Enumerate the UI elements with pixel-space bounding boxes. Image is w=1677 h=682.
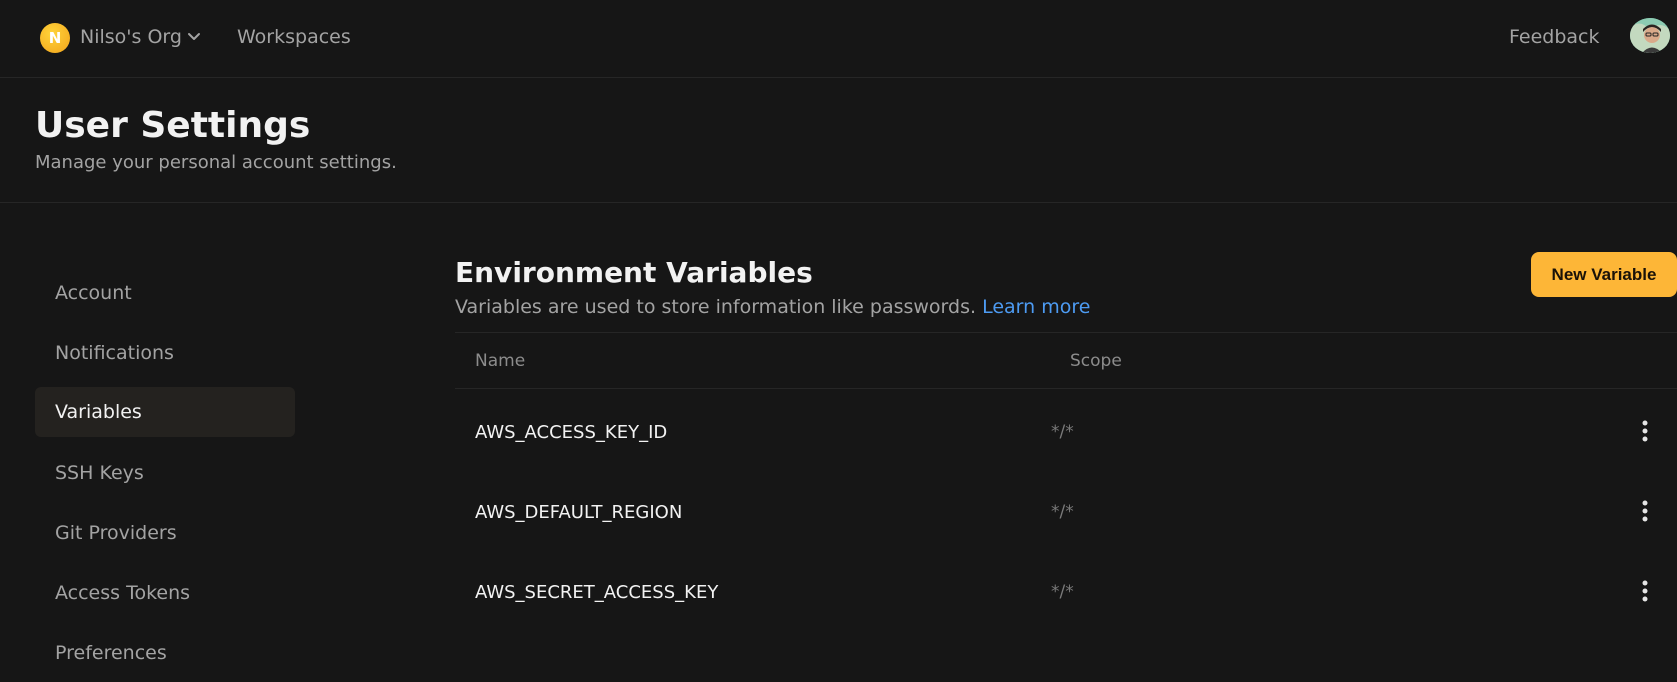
more-options-icon[interactable] <box>1633 416 1657 446</box>
learn-more-link[interactable]: Learn more <box>982 296 1090 318</box>
variable-name: AWS_ACCESS_KEY_ID <box>475 422 668 443</box>
variable-scope: */* <box>1051 582 1074 602</box>
table-header: Name Scope <box>455 332 1677 389</box>
sidebar-item-git-providers[interactable]: Git Providers <box>35 508 295 558</box>
user-avatar-icon <box>1630 18 1670 53</box>
column-header-name: Name <box>475 351 526 371</box>
new-variable-button[interactable]: New Variable <box>1531 252 1677 297</box>
section-description: Variables are used to store information … <box>455 296 1090 318</box>
nav-workspaces-link[interactable]: Workspaces <box>237 26 351 48</box>
variable-scope: */* <box>1051 502 1074 522</box>
table-row[interactable]: AWS_SECRET_ACCESS_KEY */* <box>455 554 1677 634</box>
top-navigation-bar: N Nilso's Org Workspaces Feedback <box>0 0 1677 78</box>
chevron-down-icon[interactable] <box>186 28 202 44</box>
table-row[interactable]: AWS_DEFAULT_REGION */* <box>455 474 1677 554</box>
sidebar-item-notifications[interactable]: Notifications <box>35 328 295 378</box>
variable-name: AWS_DEFAULT_REGION <box>475 502 683 523</box>
variables-table: Name Scope AWS_ACCESS_KEY_ID */* AWS_DEF… <box>455 332 1677 662</box>
org-avatar[interactable]: N <box>40 23 70 53</box>
page-subtitle: Manage your personal account settings. <box>35 152 397 173</box>
table-row[interactable]: AWS_ACCESS_KEY_ID */* <box>455 394 1677 474</box>
sidebar-item-ssh-keys[interactable]: SSH Keys <box>35 448 295 498</box>
sidebar-item-access-tokens[interactable]: Access Tokens <box>35 568 295 618</box>
variable-name: AWS_SECRET_ACCESS_KEY <box>475 582 719 603</box>
column-header-scope: Scope <box>1070 351 1122 371</box>
feedback-link[interactable]: Feedback <box>1509 26 1599 48</box>
sidebar-item-preferences[interactable]: Preferences <box>35 628 295 678</box>
more-options-icon[interactable] <box>1633 576 1657 606</box>
sidebar-item-account[interactable]: Account <box>35 268 295 318</box>
page-title: User Settings <box>35 105 311 146</box>
sidebar-item-variables[interactable]: Variables <box>35 387 295 437</box>
section-title: Environment Variables <box>455 256 813 289</box>
user-avatar[interactable] <box>1630 18 1670 53</box>
org-switcher[interactable]: Nilso's Org <box>80 26 182 48</box>
section-description-text: Variables are used to store information … <box>455 296 977 318</box>
page-header: User Settings Manage your personal accou… <box>0 78 1677 203</box>
variable-scope: */* <box>1051 422 1074 442</box>
more-options-icon[interactable] <box>1633 496 1657 526</box>
